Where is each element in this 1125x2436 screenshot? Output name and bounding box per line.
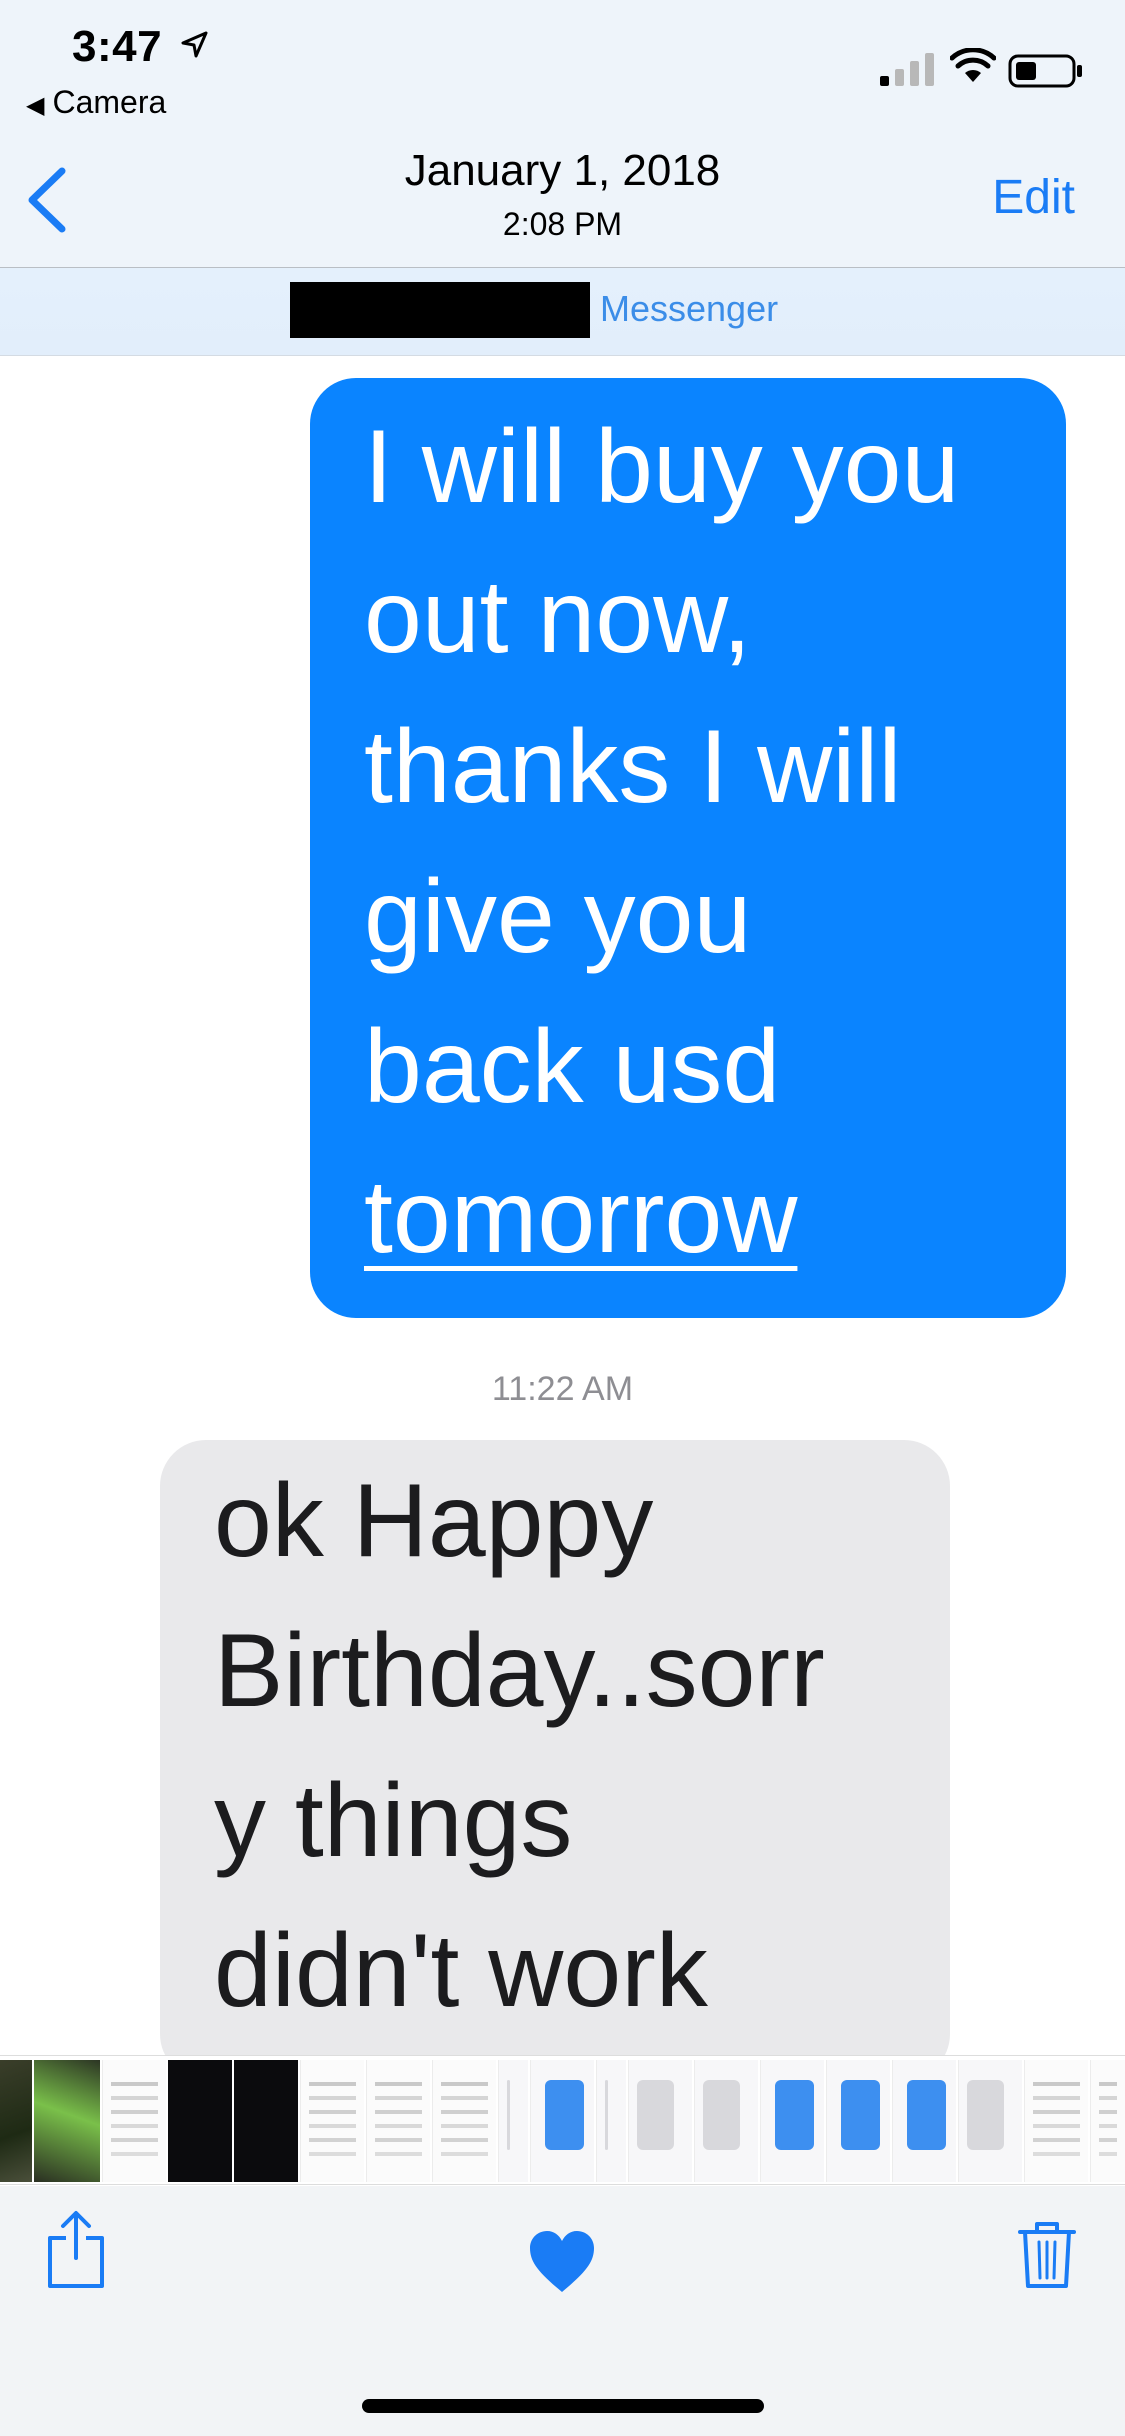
message-line: didn't work	[214, 1913, 708, 2029]
message-line: out now,	[364, 559, 752, 675]
photo-thumbnail[interactable]	[628, 2060, 692, 2182]
photo-thumbnail[interactable]	[596, 2060, 626, 2182]
sent-message-bubble: I will buy you out now, thanks I will gi…	[310, 378, 1066, 1318]
photo-thumbnail[interactable]	[760, 2060, 824, 2182]
photo-thumbnail[interactable]	[530, 2060, 594, 2182]
message-line: I will buy you	[364, 409, 960, 525]
photo-thumbnail[interactable]	[0, 2060, 32, 2182]
message-line: Birthday..sorr	[214, 1613, 825, 1729]
received-message-bubble: ok Happy Birthday..sorr y things didn't …	[160, 1440, 950, 2080]
message-timestamp: 11:22 AM	[491, 1370, 634, 1408]
back-to-app-link[interactable]: ◀ Camera	[26, 84, 166, 121]
photo-thumbnail[interactable]	[366, 2060, 430, 2182]
back-triangle-icon: ◀	[26, 92, 45, 119]
message-line: y things	[214, 1763, 573, 1879]
edit-button[interactable]: Edit	[992, 170, 1075, 225]
redacted-contact-name	[290, 282, 590, 338]
photo-thumbnail[interactable]	[1024, 2060, 1088, 2182]
message-line: back usd	[364, 1009, 781, 1125]
home-indicator[interactable]	[362, 2399, 764, 2413]
photo-thumbnail[interactable]	[102, 2060, 166, 2182]
photo-thumbnail[interactable]	[1090, 2060, 1125, 2182]
message-line: ok Happy	[214, 1463, 654, 1579]
photo-thumbnail[interactable]	[892, 2060, 956, 2182]
trash-icon[interactable]	[1018, 2220, 1076, 2290]
photo-date: January 1, 2018	[404, 146, 721, 195]
chat-header: Messenger	[0, 268, 1125, 356]
battery-icon	[1008, 54, 1082, 88]
photo-thumbnail[interactable]	[498, 2060, 528, 2182]
heart-icon[interactable]	[528, 2230, 596, 2294]
photo-thumbnail[interactable]	[34, 2060, 100, 2182]
photo-thumbnail[interactable]	[300, 2060, 364, 2182]
photo-time: 2:08 PM	[502, 206, 623, 242]
photo-viewer-screen: 3:47 ◀ Camera January 1, 2018 2:08 PM Ed…	[0, 0, 1125, 2436]
photo-thumbnail[interactable]	[694, 2060, 758, 2182]
header-bar: 3:47 ◀ Camera January 1, 2018 2:08 PM Ed…	[0, 0, 1125, 268]
share-icon[interactable]	[46, 2210, 106, 2290]
photo-thumbnail[interactable]	[168, 2060, 232, 2182]
wifi-icon	[950, 48, 996, 82]
message-line: thanks I will	[364, 709, 902, 825]
message-date-link[interactable]: tomorrow	[364, 1159, 797, 1275]
photo-thumbnail[interactable]	[826, 2060, 890, 2182]
message-line: give you	[364, 859, 752, 975]
photo-thumbnail-strip[interactable]	[0, 2055, 1125, 2185]
status-time: 3:47	[72, 22, 163, 71]
service-label: Messenger	[600, 288, 779, 329]
photo-thumbnail[interactable]	[234, 2060, 298, 2182]
back-app-label: Camera	[52, 84, 167, 120]
cellular-signal-icon	[880, 53, 934, 86]
photo-thumbnail[interactable]	[432, 2060, 496, 2182]
location-arrow-icon	[181, 31, 208, 58]
photo-thumbnail[interactable]	[958, 2060, 1022, 2182]
